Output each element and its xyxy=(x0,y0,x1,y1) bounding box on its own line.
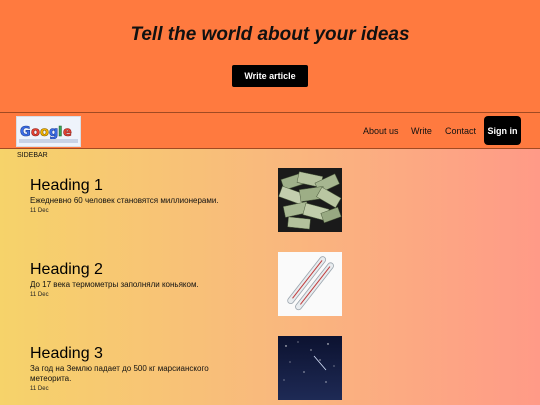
night-sky-image[interactable] xyxy=(278,336,342,400)
svg-text:e: e xyxy=(63,125,72,140)
article-card[interactable]: Heading 1 Ежедневно 60 человек становятс… xyxy=(0,168,540,247)
article-date: 11 Dec xyxy=(30,208,49,214)
nav-link-contact[interactable]: Contact xyxy=(445,126,476,136)
article-heading[interactable]: Heading 2 xyxy=(30,261,103,279)
article-heading[interactable]: Heading 3 xyxy=(30,345,103,363)
sign-in-button[interactable]: Sign in xyxy=(484,116,521,145)
nav-link-about-us[interactable]: About us xyxy=(363,126,399,136)
article-date: 11 Dec xyxy=(30,386,49,392)
thermometers-image[interactable] xyxy=(278,252,342,316)
sidebar-label: SIDEBAR xyxy=(17,152,48,159)
nav-link-write[interactable]: Write xyxy=(411,126,432,136)
svg-text:G: G xyxy=(20,125,31,140)
main-content: SIDEBAR Heading 1 Ежедневно 60 человек с… xyxy=(0,149,540,405)
svg-text:o: o xyxy=(40,125,49,140)
article-date: 11 Dec xyxy=(30,292,49,298)
article-card[interactable]: Heading 2 До 17 века термометры заполнял… xyxy=(0,252,540,331)
hero-banner: Tell the world about your ideas Write ar… xyxy=(0,0,540,112)
article-text: За год на Землю падает до 500 кг марсиан… xyxy=(30,364,209,383)
money-pile-image[interactable] xyxy=(278,168,342,232)
svg-text:o: o xyxy=(31,125,40,140)
write-article-button[interactable]: Write article xyxy=(232,65,308,87)
article-card[interactable]: Heading 3 За год на Землю падает до 500 … xyxy=(0,336,540,405)
article-heading[interactable]: Heading 1 xyxy=(30,177,103,195)
article-text: Ежедневно 60 человек становятся миллионе… xyxy=(30,196,219,205)
google-logo[interactable]: G o o g l e xyxy=(16,116,81,147)
hero-title: Tell the world about your ideas xyxy=(130,24,410,45)
svg-text:g: g xyxy=(49,125,58,140)
svg-text:l: l xyxy=(58,125,62,140)
navbar: G o o g l e About us Write Contact Sign … xyxy=(0,112,540,149)
article-text: До 17 века термометры заполняли коньяком… xyxy=(30,280,199,289)
